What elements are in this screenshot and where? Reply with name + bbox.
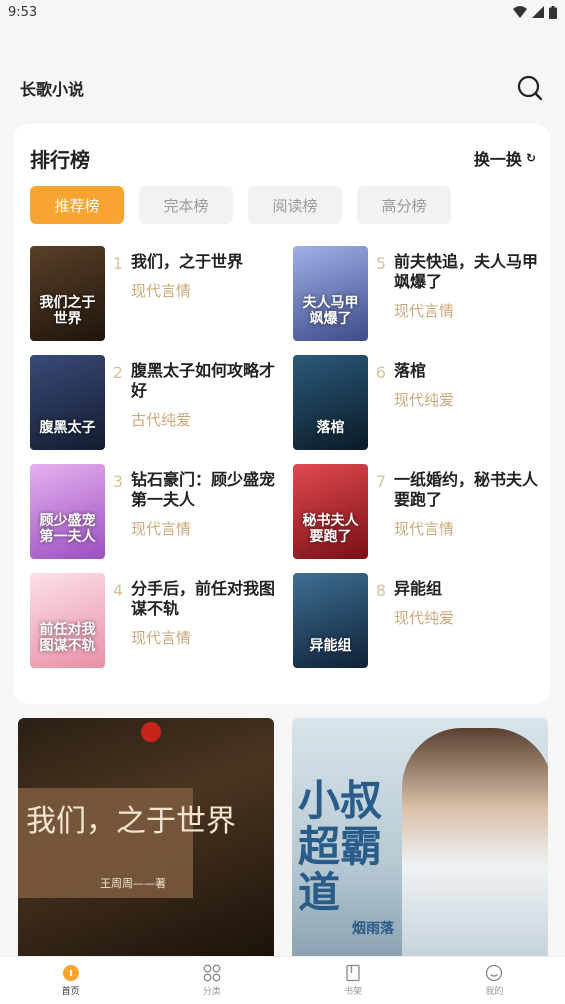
rank-number: 8 (375, 581, 387, 600)
book-category: 现代言情 (131, 282, 192, 300)
book-category: 现代言情 (394, 520, 455, 538)
status-bar: 9:53 (0, 0, 565, 24)
lantern-icon (141, 722, 161, 742)
nav-bookshelf-label: 书架 (344, 987, 363, 997)
nav-profile-label: 我的 (485, 987, 504, 997)
banner-title: 小叔超霸道 (298, 776, 383, 918)
book-title: 落棺 (394, 361, 427, 380)
refresh-button[interactable]: 换一换 ↻ (474, 146, 536, 170)
rank-number: 7 (375, 472, 387, 491)
featured-banners: 我们，之于世界 王周周——著 小叔超霸道 烟雨落 (18, 718, 548, 958)
book-title: 腹黑太子如何攻略才好 (131, 361, 276, 400)
nav-profile[interactable]: 我的 (424, 957, 565, 1004)
book-item[interactable]: 顾少盛宠第一夫人 3 钻石豪门：顾少盛宠第一夫人现代言情 (30, 464, 280, 559)
banner-author: 烟雨落 (352, 921, 394, 937)
book-title: 前夫快追，夫人马甲飒爆了 (394, 252, 539, 291)
cover-title: 顾少盛宠第一夫人 (39, 513, 96, 545)
book-cover: 腹黑太子 (30, 355, 105, 450)
cover-title: 我们之于世界 (39, 295, 96, 327)
status-icons (513, 5, 557, 19)
book-cover: 前任对我图谋不轨 (30, 573, 105, 668)
book-cover: 异能组 (293, 573, 368, 668)
nav-category[interactable]: 分类 (141, 957, 282, 1004)
category-icon (203, 964, 221, 982)
cover-title: 夫人马甲飒爆了 (302, 295, 359, 327)
cover-title: 腹黑太子 (39, 419, 96, 436)
book-title: 分手后，前任对我图谋不轨 (131, 579, 276, 618)
book-item[interactable]: 秘书夫人要跑了 7 一纸婚约，秘书夫人要跑了现代言情 (293, 464, 543, 559)
cover-title: 落棺 (316, 419, 345, 436)
book-item[interactable]: 腹黑太子 2 腹黑太子如何攻略才好古代纯爱 (30, 355, 280, 450)
cover-title: 秘书夫人要跑了 (302, 513, 359, 545)
battery-icon (549, 5, 557, 19)
rank-number: 5 (375, 254, 387, 273)
refresh-label: 换一换 (473, 150, 522, 169)
rank-number: 6 (375, 363, 387, 382)
ranking-title: 排行榜 (30, 147, 90, 172)
app-header: 长歌小说 (0, 66, 565, 110)
profile-icon (486, 964, 503, 982)
home-icon (62, 965, 79, 981)
book-cover: 我们之于世界 (30, 246, 105, 341)
book-title: 我们，之于世界 (131, 252, 244, 271)
book-category: 现代言情 (131, 520, 192, 538)
book-category: 古代纯爱 (131, 411, 192, 429)
book-cover: 落棺 (293, 355, 368, 450)
book-item[interactable]: 夫人马甲飒爆了 5 前夫快追，夫人马甲飒爆了现代言情 (293, 246, 543, 341)
book-category: 现代言情 (131, 629, 192, 647)
ranking-header: 排行榜 换一换 ↻ (30, 142, 536, 174)
ranking-tabs: 推荐榜 完本榜 阅读榜 高分榜 (30, 186, 451, 224)
banner-author: 王周周——著 (100, 877, 166, 890)
tab-reading[interactable]: 阅读榜 (248, 186, 342, 224)
status-time: 9:53 (8, 4, 38, 20)
tab-recommend[interactable]: 推荐榜 (30, 186, 124, 224)
book-category: 现代言情 (394, 302, 455, 320)
bottom-navigation: 首页 分类 书架 我的 (0, 956, 565, 1004)
book-cover: 夫人马甲飒爆了 (293, 246, 368, 341)
book-category: 现代纯爱 (394, 609, 455, 627)
rank-number: 3 (112, 472, 124, 491)
signal-icon (532, 6, 544, 18)
book-cover: 秘书夫人要跑了 (293, 464, 368, 559)
ranking-card: 排行榜 换一换 ↻ 推荐榜 完本榜 阅读榜 高分榜 我们之于世界 1 我们，之于… (14, 124, 550, 704)
search-icon (517, 75, 543, 101)
tab-completed[interactable]: 完本榜 (139, 186, 233, 224)
tab-high-score[interactable]: 高分榜 (357, 186, 451, 224)
bookshelf-icon (346, 964, 360, 982)
character-figure (402, 728, 548, 958)
banner-right[interactable]: 小叔超霸道 烟雨落 (292, 718, 548, 958)
nav-home-label: 首页 (61, 987, 80, 997)
banner-title: 我们，之于世界 (26, 804, 236, 839)
book-item[interactable]: 落棺 6 落棺 现代纯爱 (293, 355, 543, 450)
book-title: 一纸婚约，秘书夫人要跑了 (394, 470, 539, 509)
rank-number: 1 (112, 254, 124, 273)
refresh-icon: ↻ (525, 151, 536, 165)
search-button[interactable] (515, 73, 545, 103)
nav-category-label: 分类 (202, 987, 221, 997)
rank-number: 4 (112, 581, 124, 600)
book-title: 异能组 (394, 579, 443, 598)
book-category: 现代纯爱 (394, 391, 455, 409)
nav-bookshelf[interactable]: 书架 (283, 957, 424, 1004)
book-title: 钻石豪门：顾少盛宠第一夫人 (131, 470, 276, 509)
nav-home[interactable]: 首页 (0, 957, 141, 1004)
cover-title: 前任对我图谋不轨 (39, 622, 96, 654)
book-item[interactable]: 前任对我图谋不轨 4 分手后，前任对我图谋不轨现代言情 (30, 573, 280, 668)
book-item[interactable]: 我们之于世界 1 我们，之于世界 现代言情 (30, 246, 280, 341)
cover-title: 异能组 (309, 637, 352, 654)
wifi-icon (513, 6, 527, 18)
rank-number: 2 (112, 363, 124, 382)
book-cover: 顾少盛宠第一夫人 (30, 464, 105, 559)
book-item[interactable]: 异能组 8 异能组 现代纯爱 (293, 573, 543, 668)
app-title: 长歌小说 (20, 80, 85, 99)
banner-left[interactable]: 我们，之于世界 王周周——著 (18, 718, 274, 958)
